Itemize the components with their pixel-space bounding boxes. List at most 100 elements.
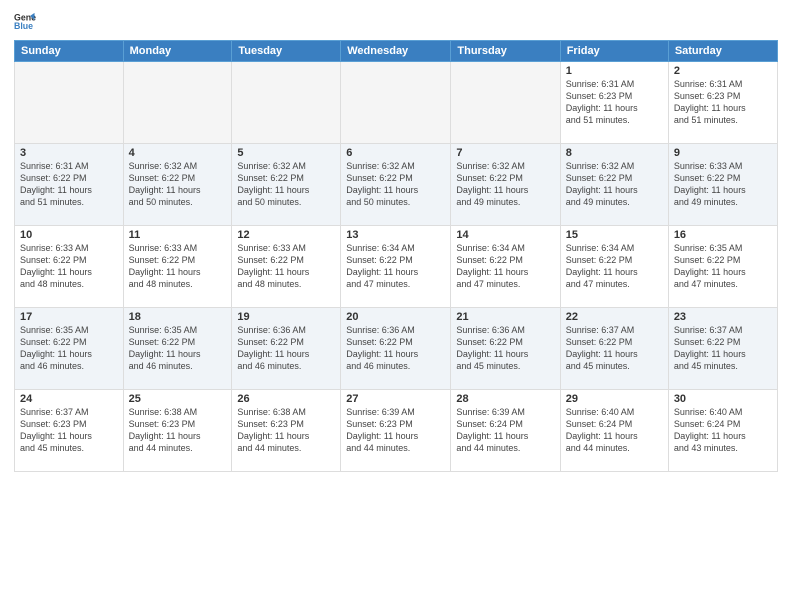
calendar-week-row: 10Sunrise: 6:33 AM Sunset: 6:22 PM Dayli… xyxy=(15,226,778,308)
weekday-header-monday: Monday xyxy=(123,41,232,62)
calendar-week-row: 1Sunrise: 6:31 AM Sunset: 6:23 PM Daylig… xyxy=(15,62,778,144)
day-number: 17 xyxy=(20,311,118,323)
day-number: 3 xyxy=(20,147,118,159)
day-number: 30 xyxy=(674,393,772,405)
weekday-header-sunday: Sunday xyxy=(15,41,124,62)
calendar-day-cell: 20Sunrise: 6:36 AM Sunset: 6:22 PM Dayli… xyxy=(341,308,451,390)
weekday-header-saturday: Saturday xyxy=(668,41,777,62)
page-header: General Blue xyxy=(14,10,778,32)
calendar-day-cell: 29Sunrise: 6:40 AM Sunset: 6:24 PM Dayli… xyxy=(560,390,668,472)
day-number: 25 xyxy=(129,393,227,405)
day-info: Sunrise: 6:33 AM Sunset: 6:22 PM Dayligh… xyxy=(237,242,335,291)
day-info: Sunrise: 6:34 AM Sunset: 6:22 PM Dayligh… xyxy=(566,242,663,291)
day-number: 14 xyxy=(456,229,554,241)
day-number: 2 xyxy=(674,65,772,77)
day-number: 8 xyxy=(566,147,663,159)
calendar-day-cell: 3Sunrise: 6:31 AM Sunset: 6:22 PM Daylig… xyxy=(15,144,124,226)
day-number: 23 xyxy=(674,311,772,323)
day-number: 16 xyxy=(674,229,772,241)
day-info: Sunrise: 6:37 AM Sunset: 6:22 PM Dayligh… xyxy=(674,324,772,373)
day-number: 1 xyxy=(566,65,663,77)
day-info: Sunrise: 6:40 AM Sunset: 6:24 PM Dayligh… xyxy=(566,406,663,455)
day-info: Sunrise: 6:34 AM Sunset: 6:22 PM Dayligh… xyxy=(346,242,445,291)
day-number: 21 xyxy=(456,311,554,323)
calendar-day-cell: 4Sunrise: 6:32 AM Sunset: 6:22 PM Daylig… xyxy=(123,144,232,226)
calendar-day-cell: 23Sunrise: 6:37 AM Sunset: 6:22 PM Dayli… xyxy=(668,308,777,390)
day-info: Sunrise: 6:39 AM Sunset: 6:24 PM Dayligh… xyxy=(456,406,554,455)
day-number: 7 xyxy=(456,147,554,159)
calendar-day-cell: 26Sunrise: 6:38 AM Sunset: 6:23 PM Dayli… xyxy=(232,390,341,472)
day-info: Sunrise: 6:35 AM Sunset: 6:22 PM Dayligh… xyxy=(129,324,227,373)
day-number: 15 xyxy=(566,229,663,241)
calendar-day-cell: 1Sunrise: 6:31 AM Sunset: 6:23 PM Daylig… xyxy=(560,62,668,144)
calendar-day-cell: 5Sunrise: 6:32 AM Sunset: 6:22 PM Daylig… xyxy=(232,144,341,226)
calendar-day-cell: 27Sunrise: 6:39 AM Sunset: 6:23 PM Dayli… xyxy=(341,390,451,472)
day-number: 13 xyxy=(346,229,445,241)
day-info: Sunrise: 6:33 AM Sunset: 6:22 PM Dayligh… xyxy=(20,242,118,291)
day-number: 12 xyxy=(237,229,335,241)
calendar-day-cell: 17Sunrise: 6:35 AM Sunset: 6:22 PM Dayli… xyxy=(15,308,124,390)
calendar-day-cell: 9Sunrise: 6:33 AM Sunset: 6:22 PM Daylig… xyxy=(668,144,777,226)
weekday-header-tuesday: Tuesday xyxy=(232,41,341,62)
day-info: Sunrise: 6:31 AM Sunset: 6:23 PM Dayligh… xyxy=(566,78,663,127)
day-number: 4 xyxy=(129,147,227,159)
calendar-day-cell: 15Sunrise: 6:34 AM Sunset: 6:22 PM Dayli… xyxy=(560,226,668,308)
day-info: Sunrise: 6:32 AM Sunset: 6:22 PM Dayligh… xyxy=(237,160,335,209)
calendar-week-row: 3Sunrise: 6:31 AM Sunset: 6:22 PM Daylig… xyxy=(15,144,778,226)
calendar-day-cell: 21Sunrise: 6:36 AM Sunset: 6:22 PM Dayli… xyxy=(451,308,560,390)
calendar-day-cell: 22Sunrise: 6:37 AM Sunset: 6:22 PM Dayli… xyxy=(560,308,668,390)
day-number: 26 xyxy=(237,393,335,405)
day-number: 18 xyxy=(129,311,227,323)
calendar-day-cell: 10Sunrise: 6:33 AM Sunset: 6:22 PM Dayli… xyxy=(15,226,124,308)
day-number: 22 xyxy=(566,311,663,323)
day-info: Sunrise: 6:32 AM Sunset: 6:22 PM Dayligh… xyxy=(456,160,554,209)
day-info: Sunrise: 6:39 AM Sunset: 6:23 PM Dayligh… xyxy=(346,406,445,455)
day-info: Sunrise: 6:36 AM Sunset: 6:22 PM Dayligh… xyxy=(346,324,445,373)
calendar-day-cell xyxy=(15,62,124,144)
day-number: 28 xyxy=(456,393,554,405)
calendar-day-cell: 19Sunrise: 6:36 AM Sunset: 6:22 PM Dayli… xyxy=(232,308,341,390)
calendar-day-cell xyxy=(123,62,232,144)
day-info: Sunrise: 6:33 AM Sunset: 6:22 PM Dayligh… xyxy=(674,160,772,209)
calendar-day-cell: 14Sunrise: 6:34 AM Sunset: 6:22 PM Dayli… xyxy=(451,226,560,308)
calendar-day-cell: 16Sunrise: 6:35 AM Sunset: 6:22 PM Dayli… xyxy=(668,226,777,308)
calendar-week-row: 17Sunrise: 6:35 AM Sunset: 6:22 PM Dayli… xyxy=(15,308,778,390)
day-info: Sunrise: 6:35 AM Sunset: 6:22 PM Dayligh… xyxy=(20,324,118,373)
day-number: 20 xyxy=(346,311,445,323)
day-info: Sunrise: 6:32 AM Sunset: 6:22 PM Dayligh… xyxy=(346,160,445,209)
calendar-day-cell: 24Sunrise: 6:37 AM Sunset: 6:23 PM Dayli… xyxy=(15,390,124,472)
day-number: 24 xyxy=(20,393,118,405)
calendar-table: SundayMondayTuesdayWednesdayThursdayFrid… xyxy=(14,40,778,472)
calendar-day-cell: 2Sunrise: 6:31 AM Sunset: 6:23 PM Daylig… xyxy=(668,62,777,144)
day-number: 27 xyxy=(346,393,445,405)
weekday-header-friday: Friday xyxy=(560,41,668,62)
calendar-week-row: 24Sunrise: 6:37 AM Sunset: 6:23 PM Dayli… xyxy=(15,390,778,472)
day-number: 11 xyxy=(129,229,227,241)
calendar-day-cell: 30Sunrise: 6:40 AM Sunset: 6:24 PM Dayli… xyxy=(668,390,777,472)
calendar-day-cell: 11Sunrise: 6:33 AM Sunset: 6:22 PM Dayli… xyxy=(123,226,232,308)
calendar-day-cell: 13Sunrise: 6:34 AM Sunset: 6:22 PM Dayli… xyxy=(341,226,451,308)
day-info: Sunrise: 6:32 AM Sunset: 6:22 PM Dayligh… xyxy=(566,160,663,209)
day-info: Sunrise: 6:37 AM Sunset: 6:22 PM Dayligh… xyxy=(566,324,663,373)
calendar-day-cell: 25Sunrise: 6:38 AM Sunset: 6:23 PM Dayli… xyxy=(123,390,232,472)
day-info: Sunrise: 6:31 AM Sunset: 6:22 PM Dayligh… xyxy=(20,160,118,209)
calendar-day-cell xyxy=(451,62,560,144)
day-info: Sunrise: 6:35 AM Sunset: 6:22 PM Dayligh… xyxy=(674,242,772,291)
day-number: 29 xyxy=(566,393,663,405)
day-number: 10 xyxy=(20,229,118,241)
weekday-header-thursday: Thursday xyxy=(451,41,560,62)
calendar-day-cell: 28Sunrise: 6:39 AM Sunset: 6:24 PM Dayli… xyxy=(451,390,560,472)
day-number: 6 xyxy=(346,147,445,159)
day-info: Sunrise: 6:40 AM Sunset: 6:24 PM Dayligh… xyxy=(674,406,772,455)
day-info: Sunrise: 6:32 AM Sunset: 6:22 PM Dayligh… xyxy=(129,160,227,209)
day-number: 5 xyxy=(237,147,335,159)
logo: General Blue xyxy=(14,10,36,32)
calendar-day-cell xyxy=(341,62,451,144)
calendar-day-cell: 8Sunrise: 6:32 AM Sunset: 6:22 PM Daylig… xyxy=(560,144,668,226)
calendar-day-cell: 6Sunrise: 6:32 AM Sunset: 6:22 PM Daylig… xyxy=(341,144,451,226)
logo-icon: General Blue xyxy=(14,10,36,32)
day-info: Sunrise: 6:34 AM Sunset: 6:22 PM Dayligh… xyxy=(456,242,554,291)
day-info: Sunrise: 6:33 AM Sunset: 6:22 PM Dayligh… xyxy=(129,242,227,291)
svg-text:Blue: Blue xyxy=(14,21,33,31)
calendar-day-cell: 7Sunrise: 6:32 AM Sunset: 6:22 PM Daylig… xyxy=(451,144,560,226)
